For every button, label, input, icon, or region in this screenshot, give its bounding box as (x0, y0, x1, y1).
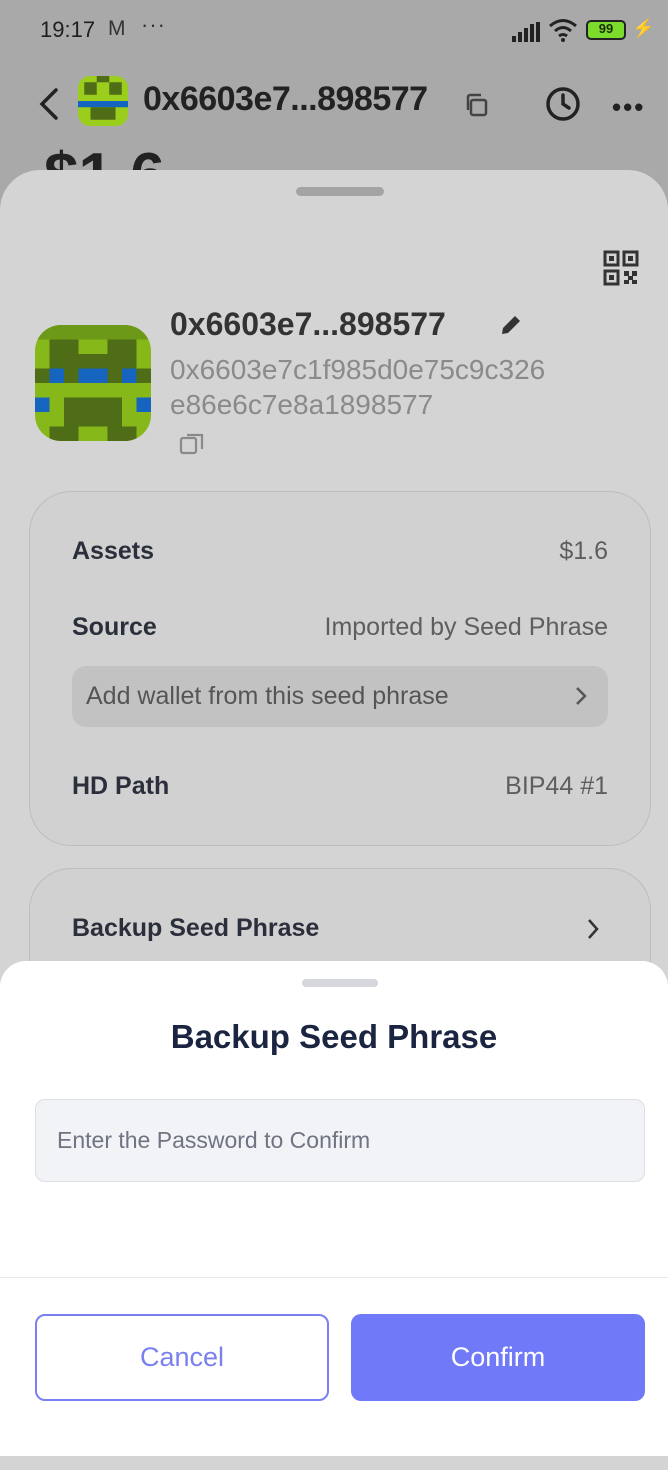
signal-icon (512, 22, 540, 42)
more-menu-icon[interactable]: ••• (612, 92, 645, 123)
sheet-drag-handle[interactable] (296, 187, 384, 196)
hd-path-label: HD Path (72, 772, 170, 800)
status-bar: 19:17 M ··· 99 ⚡ (0, 0, 668, 62)
assets-value: $1.6 (559, 537, 608, 565)
qr-code-icon[interactable] (603, 250, 639, 286)
mail-icon: M (108, 17, 126, 40)
source-value: Imported by Seed Phrase (324, 613, 609, 641)
chevron-right-icon (576, 687, 587, 705)
identicon-icon (78, 76, 128, 126)
add-wallet-from-seed-button[interactable]: Add wallet from this seed phrase (72, 666, 608, 727)
backup-seed-phrase-row[interactable]: Backup Seed Phrase (72, 914, 319, 943)
modal-title: Backup Seed Phrase (170, 1018, 498, 1055)
source-label: Source (72, 613, 157, 641)
account-short-address: 0x6603e7...898577 (170, 306, 446, 342)
copy-address-icon[interactable] (178, 430, 206, 456)
status-time: 19:17 (40, 17, 96, 42)
more-notifications-icon: ··· (141, 12, 166, 37)
account-avatar (35, 325, 151, 441)
battery-icon: 99 (586, 20, 626, 40)
confirm-button[interactable]: Confirm (351, 1314, 645, 1401)
modal-drag-handle[interactable] (302, 979, 378, 987)
copy-icon[interactable] (463, 92, 489, 118)
history-clock-icon[interactable] (545, 86, 581, 122)
assets-label: Assets (72, 537, 154, 565)
header-address: 0x6603e7...898577 (143, 80, 428, 118)
charging-icon: ⚡ (632, 18, 655, 38)
modal-divider (0, 1277, 668, 1278)
back-arrow-icon[interactable] (36, 86, 64, 122)
cancel-button[interactable]: Cancel (35, 1314, 329, 1401)
chevron-right-icon (588, 919, 599, 939)
password-input[interactable] (35, 1099, 645, 1182)
add-wallet-label: Add wallet from this seed phrase (86, 682, 449, 710)
account-full-address: 0x6603e7c1f985d0e75c9c326e86e6c7e8a18985… (170, 354, 546, 420)
wifi-icon (549, 19, 577, 42)
battery-level: 99 (598, 21, 614, 36)
header-avatar (78, 76, 128, 126)
identicon-icon (35, 325, 151, 441)
edit-pencil-icon[interactable] (498, 312, 524, 338)
hd-path-value: BIP44 #1 (505, 772, 608, 800)
